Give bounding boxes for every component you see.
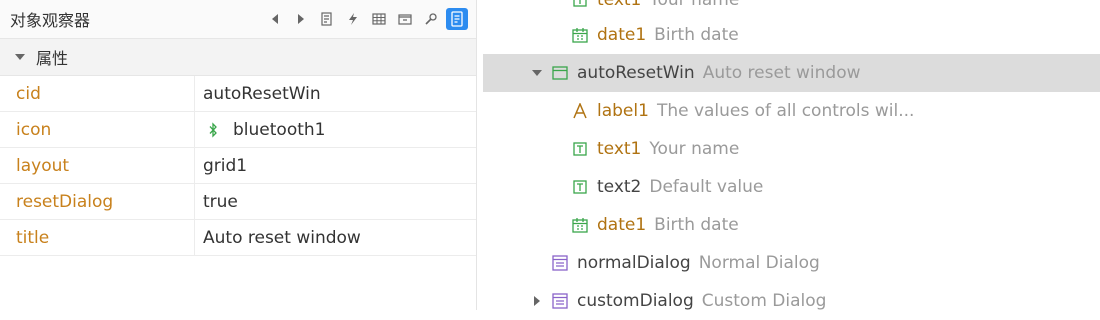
node-name: text1	[597, 0, 642, 10]
node-description: The values of all controls wil...	[656, 101, 915, 121]
text-field-icon	[571, 0, 589, 7]
node-name: customDialog	[577, 291, 694, 311]
code-file-icon[interactable]	[446, 8, 468, 30]
calendar-icon	[571, 217, 589, 233]
calendar-icon	[571, 27, 589, 43]
window-icon	[551, 66, 569, 80]
property-value[interactable]: grid1	[195, 148, 476, 183]
node-description: Birth date	[654, 215, 739, 235]
tree-node-text2[interactable]: text2 Default value	[483, 168, 1100, 206]
node-name: label1	[597, 101, 649, 121]
node-description: Custom Dialog	[701, 291, 827, 311]
node-description: Default value	[649, 177, 764, 197]
property-row-cid[interactable]: cid autoResetWin	[0, 76, 476, 112]
properties-group-header[interactable]: 属性	[0, 39, 476, 76]
dialog-icon	[551, 255, 569, 271]
property-row-resetdialog[interactable]: resetDialog true	[0, 184, 476, 220]
property-name: resetDialog	[0, 184, 195, 219]
node-name: text1	[597, 139, 642, 159]
property-row-layout[interactable]: layout grid1	[0, 148, 476, 184]
inspector-toolbar	[264, 8, 468, 30]
collapse-arrow-icon[interactable]	[529, 68, 545, 78]
node-name: autoResetWin	[577, 63, 695, 83]
tree-node-label1[interactable]: label1 The values of all controls wil...	[483, 92, 1100, 130]
text-field-icon	[571, 142, 589, 156]
next-icon[interactable]	[290, 8, 312, 30]
properties-list-icon[interactable]	[316, 8, 338, 30]
property-name: layout	[0, 148, 195, 183]
property-name: cid	[0, 76, 195, 111]
label-icon	[571, 103, 589, 119]
tree-node-text1[interactable]: text1 Your name	[483, 130, 1100, 168]
node-description: Your name	[649, 139, 740, 159]
node-description: Birth date	[654, 25, 739, 45]
inspector-title: 对象观察器	[10, 11, 91, 30]
object-inspector-panel: 对象观察器 属性 cid autoResetWin icon bluetooth…	[0, 0, 477, 310]
group-label: 属性	[36, 49, 69, 68]
node-name: text2	[597, 177, 642, 197]
inspector-header: 对象观察器	[0, 0, 476, 39]
folder-box-icon[interactable]	[394, 8, 416, 30]
property-value-icon[interactable]: bluetooth1	[195, 112, 476, 147]
events-lightning-icon[interactable]	[342, 8, 364, 30]
node-name: normalDialog	[577, 253, 691, 273]
tree-node-date1[interactable]: date1 Birth date	[483, 206, 1100, 244]
node-name: date1	[597, 215, 647, 235]
tree-node-normaldialog[interactable]: normalDialog Normal Dialog	[483, 244, 1100, 282]
node-name: date1	[597, 25, 647, 45]
previous-icon[interactable]	[264, 8, 286, 30]
text-field-icon	[571, 180, 589, 194]
property-value[interactable]: true	[195, 184, 476, 219]
property-name: title	[0, 220, 195, 255]
dialog-icon	[551, 293, 569, 309]
property-value[interactable]: autoResetWin	[195, 76, 476, 111]
expand-arrow-icon[interactable]	[529, 295, 545, 307]
property-name: icon	[0, 112, 195, 147]
table-icon[interactable]	[368, 8, 390, 30]
wrench-icon[interactable]	[420, 8, 442, 30]
component-tree: text1 Your name date1 Birth date autoRes…	[483, 0, 1100, 311]
node-description: Auto reset window	[702, 63, 861, 83]
bluetooth-icon	[209, 121, 217, 138]
tree-node-date1-top[interactable]: date1 Birth date	[483, 16, 1100, 54]
property-row-icon[interactable]: icon bluetooth1	[0, 112, 476, 148]
property-row-title[interactable]: title Auto reset window	[0, 220, 476, 256]
node-description: Your name	[649, 0, 740, 10]
tree-node-customdialog[interactable]: customDialog Custom Dialog	[483, 282, 1100, 320]
property-value[interactable]: Auto reset window	[195, 220, 476, 255]
tree-node-autoresetwin[interactable]: autoResetWin Auto reset window	[483, 54, 1100, 92]
node-description: Normal Dialog	[698, 253, 820, 273]
property-value-text: bluetooth1	[233, 119, 326, 140]
collapse-triangle-icon[interactable]	[14, 52, 26, 62]
